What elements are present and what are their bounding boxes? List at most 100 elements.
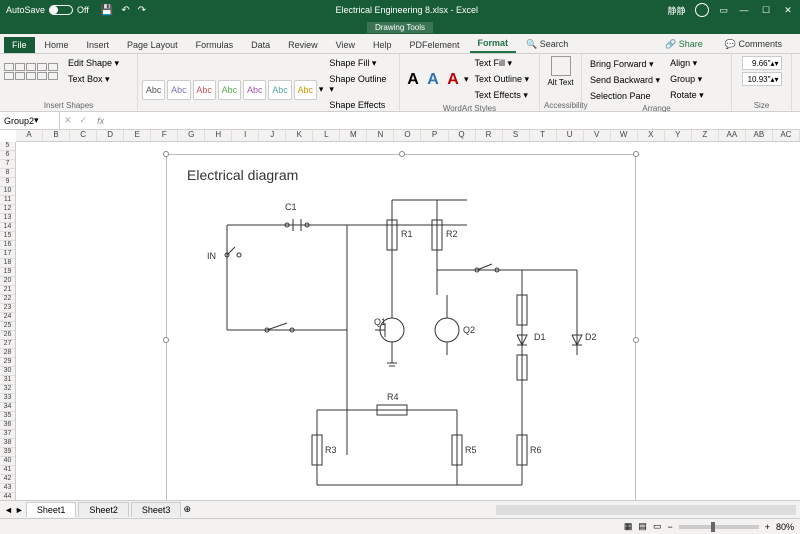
shape-gallery[interactable]	[4, 63, 62, 80]
col-header[interactable]: T	[530, 130, 557, 141]
col-header[interactable]: AC	[773, 130, 800, 141]
sheet-tab-1[interactable]: Sheet1	[26, 502, 77, 517]
col-header[interactable]: J	[259, 130, 286, 141]
zoom-slider[interactable]	[679, 525, 759, 529]
row-header[interactable]: 17	[0, 250, 15, 259]
prev-sheet-icon[interactable]: ◄	[4, 505, 13, 515]
row-header[interactable]: 16	[0, 241, 15, 250]
fx-icon[interactable]: fx	[91, 116, 110, 126]
group-button[interactable]: Group ▾	[666, 72, 708, 87]
tab-view[interactable]: View	[328, 37, 363, 53]
row-header[interactable]: 18	[0, 259, 15, 268]
row-header[interactable]: 5	[0, 142, 15, 151]
column-headers[interactable]: ABCDEFGHIJKLMNOPQRSTUVWXYZAAABAC	[16, 130, 800, 142]
tab-insert[interactable]: Insert	[79, 37, 118, 53]
wordart-preset[interactable]: A	[424, 69, 442, 91]
row-header[interactable]: 25	[0, 322, 15, 331]
row-header[interactable]: 39	[0, 448, 15, 457]
name-box[interactable]: Group2 ▾	[0, 112, 60, 129]
col-header[interactable]: H	[205, 130, 232, 141]
user-name[interactable]: 静静	[667, 4, 685, 17]
row-header[interactable]: 38	[0, 439, 15, 448]
redo-icon[interactable]: ↷	[138, 5, 146, 16]
row-header[interactable]: 29	[0, 358, 15, 367]
style-preset[interactable]: Abc	[167, 80, 190, 100]
tab-formulas[interactable]: Formulas	[188, 37, 242, 53]
view-normal-icon[interactable]: ▦	[624, 521, 633, 532]
row-header[interactable]: 43	[0, 484, 15, 493]
style-preset[interactable]: Abc	[193, 80, 216, 100]
col-header[interactable]: A	[16, 130, 43, 141]
col-header[interactable]: L	[313, 130, 340, 141]
col-header[interactable]: N	[367, 130, 394, 141]
col-header[interactable]: Z	[692, 130, 719, 141]
style-preset[interactable]: Abc	[243, 80, 266, 100]
col-header[interactable]: AA	[719, 130, 746, 141]
sheet-tab-3[interactable]: Sheet3	[131, 502, 182, 517]
horizontal-scrollbar[interactable]	[496, 505, 796, 515]
row-header[interactable]: 31	[0, 376, 15, 385]
tab-page-layout[interactable]: Page Layout	[119, 37, 186, 53]
row-header[interactable]: 26	[0, 331, 15, 340]
gallery-more-icon[interactable]: ▾	[319, 84, 324, 95]
text-effects-button[interactable]: Text Effects ▾	[471, 88, 534, 103]
selection-pane-button[interactable]: Selection Pane	[586, 89, 664, 103]
row-header[interactable]: 19	[0, 268, 15, 277]
tab-help[interactable]: Help	[365, 37, 400, 53]
view-pagebreak-icon[interactable]: ▭	[653, 521, 662, 532]
enter-icon[interactable]: ✓	[76, 115, 92, 126]
col-header[interactable]: F	[151, 130, 178, 141]
row-header[interactable]: 7	[0, 160, 15, 169]
row-header[interactable]: 28	[0, 349, 15, 358]
user-avatar-icon[interactable]	[695, 3, 709, 17]
col-header[interactable]: Y	[665, 130, 692, 141]
zoom-level[interactable]: 80%	[776, 522, 794, 532]
tab-home[interactable]: Home	[37, 37, 77, 53]
col-header[interactable]: O	[394, 130, 421, 141]
row-header[interactable]: 10	[0, 187, 15, 196]
col-header[interactable]: AB	[746, 130, 773, 141]
autosave-toggle[interactable]: AutoSave Off	[0, 5, 95, 15]
col-header[interactable]: W	[611, 130, 638, 141]
col-header[interactable]: V	[584, 130, 611, 141]
gallery-more-icon[interactable]: ▾	[464, 74, 469, 85]
cancel-icon[interactable]: ✕	[60, 115, 76, 126]
tab-data[interactable]: Data	[243, 37, 278, 53]
resize-handle[interactable]	[163, 337, 169, 343]
diagram-shape-group[interactable]: Electrical diagram C1 IN	[166, 154, 636, 500]
shape-fill-button[interactable]: Shape Fill ▾	[325, 56, 395, 71]
save-icon[interactable]: 💾	[101, 5, 113, 16]
new-sheet-icon[interactable]: ⊕	[183, 504, 191, 515]
wordart-preset[interactable]: A	[444, 69, 462, 91]
row-header[interactable]: 34	[0, 403, 15, 412]
col-header[interactable]: P	[421, 130, 448, 141]
row-header[interactable]: 24	[0, 313, 15, 322]
row-header[interactable]: 23	[0, 304, 15, 313]
row-header[interactable]: 36	[0, 421, 15, 430]
resize-handle[interactable]	[633, 151, 639, 157]
view-pagelayout-icon[interactable]: ▤	[638, 521, 647, 532]
row-header[interactable]: 12	[0, 205, 15, 214]
col-header[interactable]: E	[124, 130, 151, 141]
tab-review[interactable]: Review	[280, 37, 326, 53]
undo-icon[interactable]: ↶	[121, 5, 129, 16]
text-outline-button[interactable]: Text Outline ▾	[471, 72, 534, 87]
maximize-button[interactable]: ☐	[760, 5, 772, 16]
ribbon-options-icon[interactable]: ▭	[719, 5, 728, 16]
resize-handle[interactable]	[633, 337, 639, 343]
row-headers[interactable]: 5678910111213141516171819202122232425262…	[0, 142, 16, 500]
col-header[interactable]: D	[97, 130, 124, 141]
close-button[interactable]: ✕	[782, 5, 794, 16]
col-header[interactable]: I	[232, 130, 259, 141]
tab-format[interactable]: Format	[470, 35, 517, 53]
row-header[interactable]: 6	[0, 151, 15, 160]
minimize-button[interactable]: —	[738, 5, 750, 15]
row-header[interactable]: 21	[0, 286, 15, 295]
tab-file[interactable]: File	[4, 37, 35, 53]
row-header[interactable]: 42	[0, 475, 15, 484]
formula-bar[interactable]	[110, 112, 800, 129]
row-header[interactable]: 44	[0, 493, 15, 500]
tab-search[interactable]: 🔍 Search	[518, 36, 576, 53]
row-header[interactable]: 35	[0, 412, 15, 421]
width-input[interactable]: 10.93" ▴▾	[742, 72, 782, 86]
